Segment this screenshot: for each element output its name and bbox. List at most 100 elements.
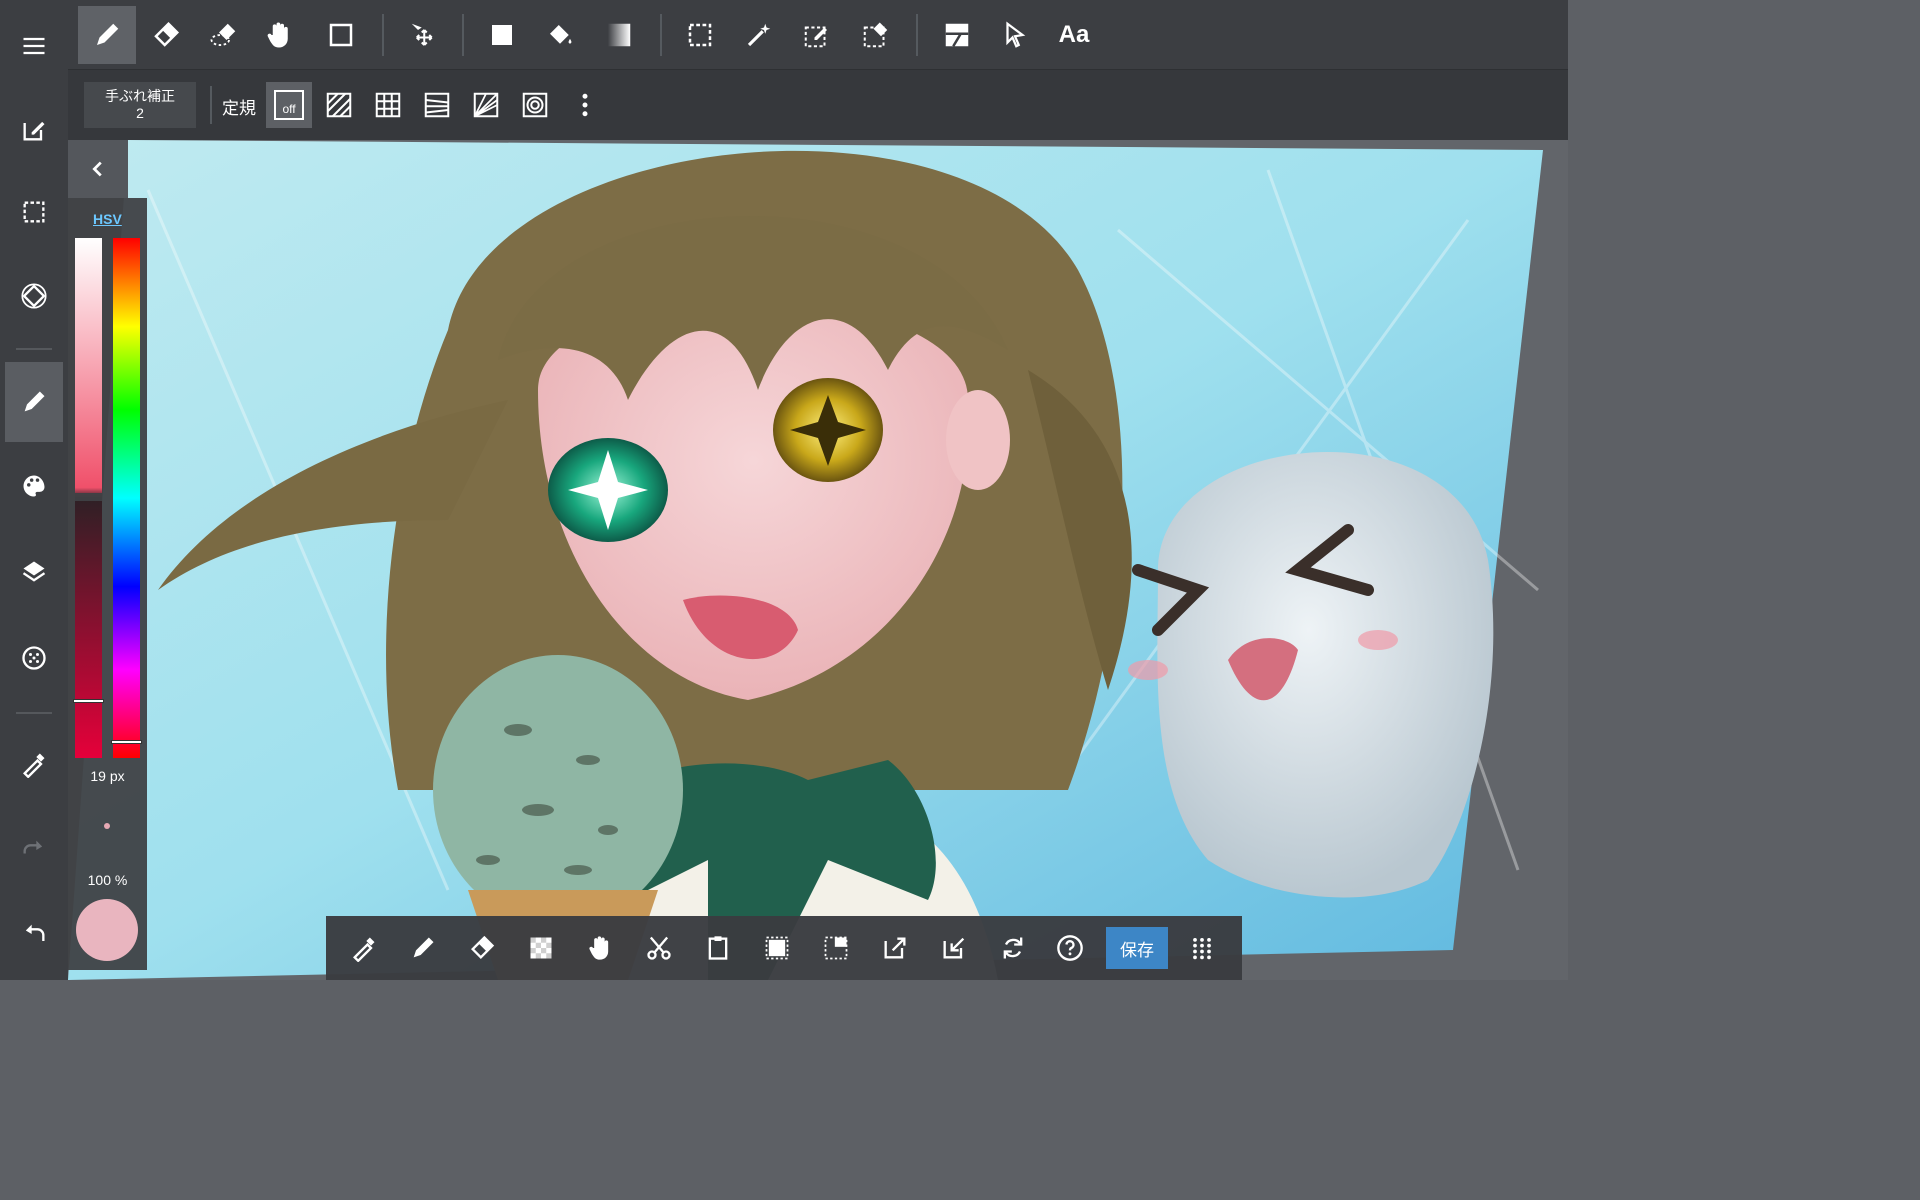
rotate-icon [1003,937,1023,959]
export-icon [884,937,906,959]
materials-icon [22,646,46,670]
magic-wand-tool[interactable] [730,6,788,64]
more-tools-button[interactable] [1179,926,1225,970]
perspective-ruler-button[interactable] [463,82,509,128]
pen-tool-icon [24,391,45,412]
eyedropper-icon [353,937,375,962]
materials-button[interactable] [5,618,63,698]
eraser-tool[interactable] [137,6,195,64]
palette-icon [23,475,45,497]
concentric-ruler-button[interactable] [512,82,558,128]
hsv-mode-link[interactable]: HSV [93,211,122,227]
hue-slider-knob[interactable] [111,740,142,745]
text-tool[interactable]: Aa [1045,6,1103,64]
ruler-label: 定規 [222,99,256,118]
pointer-tool[interactable] [986,6,1044,64]
toolbar-divider [916,14,918,56]
transparent-icon [530,937,552,959]
value-slider-knob[interactable] [73,698,104,703]
grid-ruler-button[interactable] [365,82,411,128]
layers-button[interactable] [5,532,63,612]
ruler-off-button[interactable]: off [266,82,312,128]
parallel-ruler-button[interactable] [316,82,362,128]
menu-icon [23,37,45,55]
save-button[interactable]: 保存 [1106,927,1168,969]
magic-wand-icon [747,23,771,47]
toolbar-divider [382,14,384,56]
rotate-canvas-button[interactable] [5,256,63,336]
menu-button[interactable] [5,6,63,86]
bucket-icon [550,25,572,44]
paste-button[interactable] [695,926,741,970]
bucket-tool[interactable] [531,6,589,64]
shape-tool[interactable] [312,6,370,64]
bottom-pen-button[interactable] [400,926,446,970]
ghost-blush-right [1358,630,1398,650]
select-pen-icon [804,26,827,48]
select-rect-tool[interactable] [671,6,729,64]
move-tool[interactable] [394,6,452,64]
selection-icon [23,201,45,223]
eyedropper-icon [23,753,45,778]
cut-icon [647,936,671,960]
left-rail [0,0,68,980]
artwork-canvas[interactable] [68,70,1568,980]
pen-icon [97,23,119,45]
selection-button[interactable] [5,172,63,252]
gradient-tool[interactable] [590,6,648,64]
frame-divide-icon [945,23,969,47]
brush-size-readout[interactable]: 19 px [68,768,147,784]
transparent-color-button[interactable] [518,926,564,970]
vertical-perspective-button[interactable] [414,82,460,128]
stabilizer-label: 手ぶれ補正 [105,88,175,104]
edit-document-button[interactable] [5,90,63,170]
collapse-panel-button[interactable] [68,140,128,198]
sub-toolbar: 手ぶれ補正 2 定規 off [68,70,1568,140]
redo-button[interactable] [5,810,63,890]
value-slider[interactable] [73,238,104,758]
chevron-left-icon [92,161,102,177]
more-options-button[interactable] [562,82,608,128]
ice-cream-scoop [433,655,683,925]
paste-icon [708,936,728,960]
deselect-button[interactable] [813,926,859,970]
toolbar-divider [462,14,464,56]
eyedropper-button[interactable] [5,724,63,804]
rotate-button[interactable] [990,926,1036,970]
ghost-blush-left [1128,660,1168,680]
move-icon [411,23,433,46]
hand-icon [267,22,288,48]
bottom-hand-button[interactable] [577,926,623,970]
hand-tool[interactable] [250,6,308,64]
pen-tool-button[interactable] [5,362,63,442]
fill-square-tool[interactable] [473,6,531,64]
select-pen-tool[interactable] [788,6,846,64]
palette-button[interactable] [5,446,63,526]
import-button[interactable] [931,926,977,970]
hue-slider[interactable] [111,238,142,758]
blur-tool[interactable] [195,6,253,64]
bottom-eyedropper-button[interactable] [341,926,387,970]
select-eraser-tool[interactable] [847,6,905,64]
grid-ruler-icon [375,92,401,118]
canvas-area[interactable] [68,70,1568,980]
export-button[interactable] [872,926,918,970]
edit-document-icon [23,121,45,141]
select-all-button[interactable] [754,926,800,970]
opacity-readout[interactable]: 100 % [68,872,147,888]
undo-button[interactable] [5,894,63,974]
help-button[interactable] [1047,926,1093,970]
top-toolbar: Aa [68,0,1568,70]
current-color-swatch[interactable] [76,899,138,961]
frame-divide-tool[interactable] [928,6,986,64]
stabilizer-value: 2 [136,105,144,121]
hand-icon [589,936,609,960]
stabilizer-button[interactable]: 手ぶれ補正 2 [84,82,196,128]
cut-button[interactable] [636,926,682,970]
blur-icon [210,23,236,46]
ear [946,390,1010,490]
pen-tool[interactable] [78,6,136,64]
bottom-eraser-button[interactable] [459,926,505,970]
ruler-off-label: off [282,102,296,116]
perspective-ruler-icon [473,92,499,118]
